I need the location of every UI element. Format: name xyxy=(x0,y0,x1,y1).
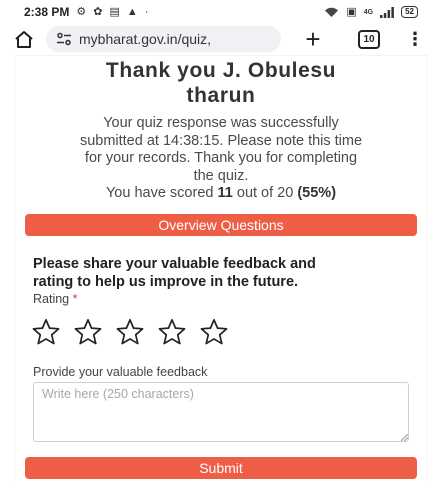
status-right: ▣ 4G 52 xyxy=(324,6,418,18)
status-left: 2:38 PM ⚙ ✿ ▤ ▲ · xyxy=(24,5,148,19)
address-bar[interactable]: mybharat.gov.in/quiz, xyxy=(46,26,281,52)
page-title: Thank you J. Obulesu tharun xyxy=(15,58,427,108)
rating-star-2-icon[interactable] xyxy=(73,318,103,346)
title-line-1: Thank you J. Obulesu xyxy=(105,59,337,82)
submit-button[interactable]: Submit xyxy=(25,457,417,479)
tab-switcher-button[interactable]: 10 xyxy=(347,24,391,54)
status-bar: 2:38 PM ⚙ ✿ ▤ ▲ · ▣ 4G 52 xyxy=(0,0,432,24)
score-value: 11 xyxy=(217,185,233,201)
quiz-result-page: Thank you J. Obulesu tharun Your quiz re… xyxy=(15,56,427,481)
new-tab-button[interactable]: + xyxy=(293,24,333,54)
rating-star-4-icon[interactable] xyxy=(157,318,187,346)
rating-star-3-icon[interactable] xyxy=(115,318,145,346)
rating-label-text: Rating xyxy=(33,292,70,306)
message-line-3: for your records. Thank you for completi… xyxy=(84,150,358,166)
feedback-label: Provide your valuable feedback xyxy=(33,365,208,379)
more-vertical-icon: ⋮ xyxy=(406,28,424,49)
title-line-2: tharun xyxy=(186,84,256,107)
required-marker: * xyxy=(72,292,78,306)
status-time: 2:38 PM xyxy=(24,5,70,19)
signal-bars-icon xyxy=(380,6,394,18)
signal-text: 4G xyxy=(363,8,374,16)
rating-label: Rating * xyxy=(33,292,78,306)
feedback-heading-line-1: Please share your valuable feedback and xyxy=(33,256,316,272)
bell-icon: ▲ xyxy=(126,5,138,18)
home-button[interactable] xyxy=(6,24,42,54)
tab-count: 10 xyxy=(358,29,380,49)
home-icon xyxy=(15,30,33,48)
site-settings-icon xyxy=(57,32,71,46)
resize-handle-icon[interactable] xyxy=(401,434,408,441)
message-line-2: submitted at 14:38:15. Please note this … xyxy=(79,132,363,149)
message-icon: ▤ xyxy=(109,5,120,18)
browser-toolbar: mybharat.gov.in/quiz, + 10 ⋮ xyxy=(0,24,432,54)
score-text: You have scored 11 out of 20 (55%) xyxy=(15,185,427,201)
flower-icon: ✿ xyxy=(93,5,103,18)
url-text: mybharat.gov.in/quiz, xyxy=(79,31,212,47)
rating-stars xyxy=(31,318,229,346)
rating-star-5-icon[interactable] xyxy=(199,318,229,346)
more-menu-button[interactable]: ⋮ xyxy=(405,24,425,54)
feedback-textarea[interactable] xyxy=(33,382,409,442)
message-line-4: the quiz. xyxy=(193,167,249,184)
score-prefix: You have scored xyxy=(105,185,214,201)
battery-icon: 52 xyxy=(401,6,418,18)
feedback-heading: Please share your valuable feedback and … xyxy=(33,255,413,291)
submission-message: Your quiz response was successfully subm… xyxy=(23,115,419,185)
dot-icon: · xyxy=(144,5,149,18)
battery-level: 52 xyxy=(405,7,414,16)
volte-icon: ▣ xyxy=(346,5,357,18)
settings-gear-icon: ⚙ xyxy=(76,5,87,18)
message-line-1: Your quiz response was successfully xyxy=(103,115,339,131)
wifi-icon xyxy=(325,7,339,17)
rating-star-1-icon[interactable] xyxy=(31,318,61,346)
plus-icon: + xyxy=(305,24,321,54)
score-middle: out of 20 xyxy=(236,185,294,201)
feedback-heading-line-2: rating to help us improve in the future. xyxy=(33,274,299,290)
overview-questions-button[interactable]: Overview Questions xyxy=(25,214,417,236)
score-percent: (55%) xyxy=(297,185,337,201)
